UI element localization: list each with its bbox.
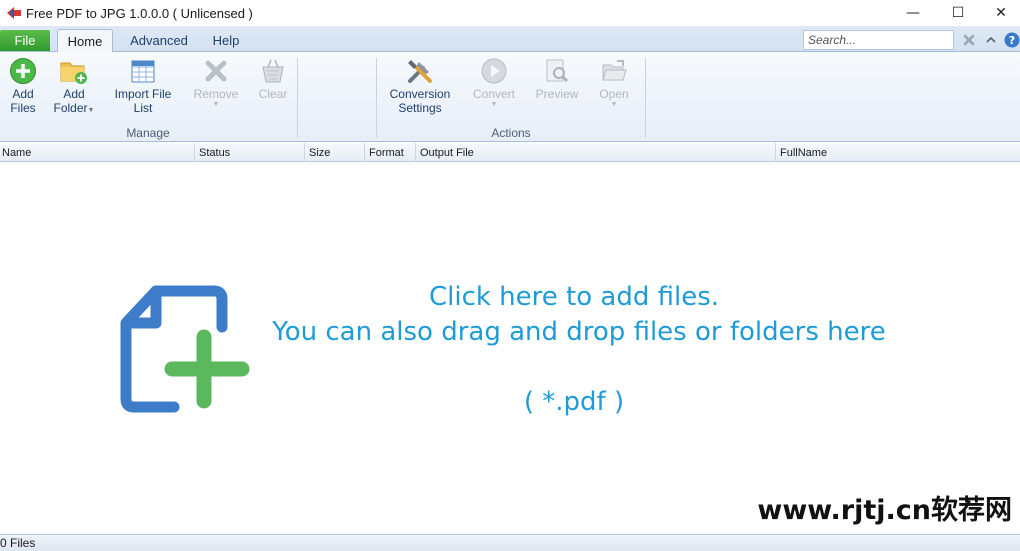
clear-basket-icon (258, 56, 288, 86)
file-list-header: Name Status Size Format Output File Full… (0, 143, 1020, 162)
open-label: Open (599, 87, 629, 101)
collapse-ribbon-icon[interactable] (983, 32, 999, 48)
close-icon: ✕ (995, 5, 1007, 21)
tab-help[interactable]: Help (205, 29, 247, 52)
play-icon (479, 56, 509, 86)
minimize-icon: — (906, 5, 920, 21)
preview-button[interactable]: Preview (532, 56, 582, 101)
folder-add-icon (59, 56, 89, 86)
remove-x-icon (201, 56, 231, 86)
clear-search-icon[interactable] (961, 32, 977, 48)
list-import-icon (128, 56, 158, 86)
add-green-icon (8, 56, 38, 86)
status-bar: 0 Files (0, 534, 1020, 551)
column-header-format[interactable]: Format (367, 143, 416, 162)
add-files-button[interactable]: Add Files (6, 56, 40, 115)
add-folder-button[interactable]: Add Folder▼ (52, 56, 96, 115)
open-button[interactable]: Open ▼ (594, 56, 634, 109)
file-count-status: 0 Files (0, 536, 36, 550)
app-logo-icon (4, 3, 24, 23)
import-label-1: Import File (114, 87, 172, 101)
help-icon[interactable]: ? (1004, 32, 1020, 48)
add-files-label-2: Files (10, 101, 36, 115)
tab-advanced[interactable]: Advanced (124, 29, 194, 52)
remove-label: Remove (193, 87, 239, 101)
close-button[interactable]: ✕ (978, 0, 1020, 26)
group-divider (297, 58, 298, 138)
convert-button[interactable]: Convert ▼ (468, 56, 520, 109)
column-header-output-file[interactable]: Output File (418, 143, 776, 162)
dropdown-arrow-icon: ▼ (610, 101, 618, 108)
dropzone-extensions: ( *.pdf ) (523, 387, 625, 417)
conversion-label-2: Settings (398, 101, 442, 115)
tools-icon (405, 56, 435, 86)
open-folder-icon (599, 56, 629, 86)
conversion-settings-button[interactable]: Conversion Settings (385, 56, 455, 115)
preview-magnifier-icon (542, 56, 572, 86)
conversion-label-1: Conversion (389, 87, 451, 101)
title-bar: Free PDF to JPG 1.0.0.0 ( Unlicensed ) —… (0, 0, 1020, 26)
group-label-actions: Actions (491, 126, 531, 140)
dropdown-arrow-icon: ▼ (490, 101, 498, 108)
ribbon-panel: Add Files Add Folder▼ Import File List R… (0, 52, 1020, 142)
column-header-name[interactable]: Name (0, 143, 195, 162)
column-header-size[interactable]: Size (307, 143, 365, 162)
minimize-button[interactable]: — (890, 0, 936, 26)
convert-label: Convert (472, 87, 516, 101)
group-divider (645, 58, 646, 138)
column-header-fullname[interactable]: FullName (778, 143, 1020, 162)
site-watermark: www.rjtj.cn软荐网 (757, 495, 1012, 526)
svg-text:?: ? (1009, 34, 1015, 47)
dropzone-line-2: You can also drag and drop files or fold… (272, 317, 886, 347)
import-label-2: List (133, 101, 153, 115)
add-folder-label-1: Add (63, 87, 85, 101)
maximize-icon: ☐ (951, 5, 965, 21)
remove-button[interactable]: Remove ▼ (190, 56, 242, 109)
ribbon-tab-bar: File Home Advanced Help Search... ? (0, 26, 1020, 53)
add-folder-label-text: Folder (53, 101, 88, 115)
window-title: Free PDF to JPG 1.0.0.0 ( Unlicensed ) (26, 5, 253, 21)
group-label-manage: Manage (126, 126, 170, 140)
add-files-label-1: Add (12, 87, 34, 101)
file-drop-zone[interactable]: Click here to add files. You can also dr… (0, 162, 1020, 534)
add-folder-label-2: Folder▼ (54, 101, 95, 115)
search-input[interactable]: Search... (803, 30, 954, 50)
dropzone-line-1: Click here to add files. (428, 282, 720, 312)
tab-file[interactable]: File (0, 30, 50, 51)
clear-button[interactable]: Clear (254, 56, 292, 101)
tab-home[interactable]: Home (57, 29, 113, 53)
column-header-status[interactable]: Status (197, 143, 305, 162)
maximize-button[interactable]: ☐ (935, 0, 981, 26)
clear-label: Clear (258, 87, 288, 101)
app-window: Free PDF to JPG 1.0.0.0 ( Unlicensed ) —… (0, 0, 1020, 551)
dropdown-arrow-icon: ▼ (87, 107, 95, 114)
import-file-list-button[interactable]: Import File List (108, 56, 178, 115)
preview-label: Preview (535, 87, 579, 101)
dropdown-arrow-icon: ▼ (212, 101, 220, 108)
